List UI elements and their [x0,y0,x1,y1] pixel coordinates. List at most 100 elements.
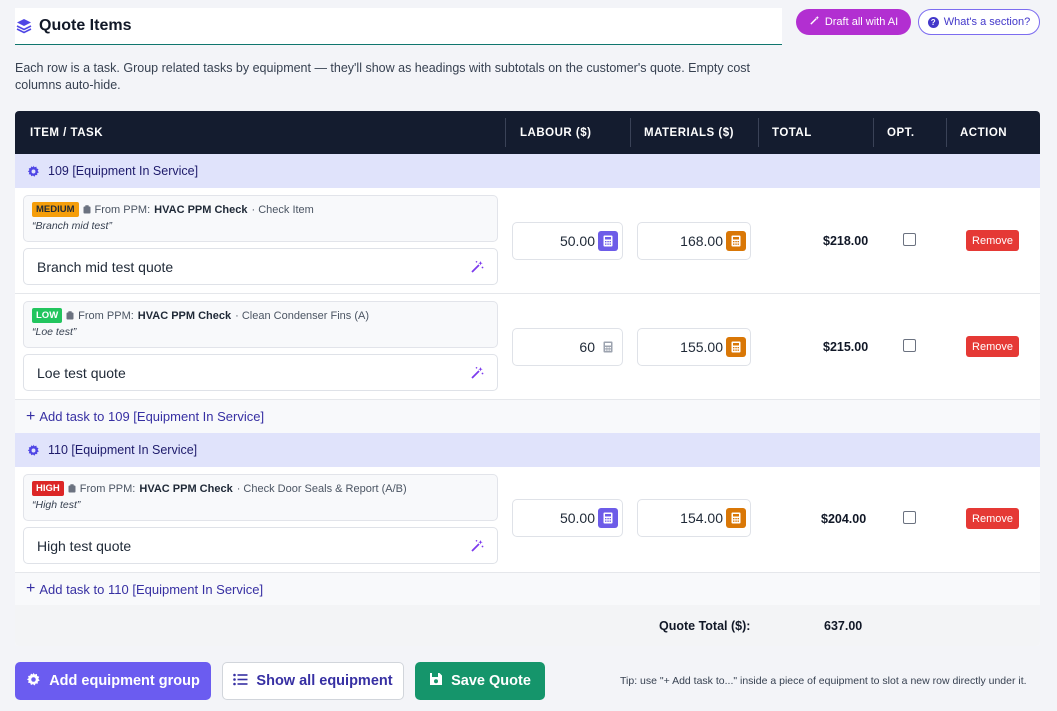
table-header: ITEM / TASK LABOUR ($) MATERIALS ($) TOT… [15,111,1040,154]
from-ppm-label: From PPM: [94,203,151,216]
magic-wand-icon[interactable] [470,539,484,553]
labour-value: 50.00 [559,510,595,526]
ppm-name: HVAC PPM Check [139,482,233,495]
ppm-name: HVAC PPM Check [137,309,232,322]
from-ppm-label: From PPM: [78,309,134,322]
calculator-icon[interactable] [726,508,746,528]
calculator-icon[interactable] [598,508,618,528]
task-description-input[interactable]: High test quote [23,527,498,564]
equipment-group-name: 110 [Equipment In Service] [48,443,198,457]
gear-icon [26,672,41,691]
clipboard-icon [68,484,76,493]
add-task-link[interactable]: + Add task to 109 [Equipment In Service] [15,400,1040,434]
ppm-step: · Check Item [251,203,314,216]
row-total: $218.00 [823,234,869,248]
quote-total-value: 637.00 [824,619,863,633]
clipboard-icon [66,311,74,320]
draft-all-ai-button[interactable]: Draft all with AI [796,9,911,35]
add-equipment-group-label: Add equipment group [49,673,200,689]
remove-button[interactable]: Remove [966,508,1019,529]
task-description-value: High test quote [37,537,132,554]
task-description-value: Branch mid test quote [37,258,174,275]
task-note: “High test” [32,499,81,511]
question-icon: ? [927,16,939,28]
labour-input[interactable]: 50.00 [512,499,623,537]
col-labour: LABOUR ($) [520,126,592,139]
quote-total-label: Quote Total ($): [659,619,751,633]
tip-text: Tip: use "+ Add task to..." inside a pie… [620,675,1027,687]
show-all-equipment-label: Show all equipment [256,673,393,689]
save-quote-button[interactable]: Save Quote [415,662,545,700]
materials-input[interactable]: 155.00 [637,328,751,366]
ppm-name: HVAC PPM Check [154,203,248,216]
add-task-label: Add task to 110 [Equipment In Service] [39,581,264,597]
calculator-icon[interactable] [726,337,746,357]
table-row: LOW From PPM: HVAC PPM Check · Clean Con… [15,294,1040,400]
col-materials: MATERIALS ($) [644,126,734,139]
col-total: TOTAL [772,126,812,139]
materials-value: 155.00 [680,339,723,355]
draft-all-ai-label: Draft all with AI [824,16,899,28]
equipment-group-header: 110 [Equipment In Service] [15,433,1040,467]
equipment-group-name: 109 [Equipment In Service] [48,164,199,178]
remove-button[interactable]: Remove [966,336,1019,357]
labour-input[interactable]: 50.00 [512,222,623,260]
task-description-input[interactable]: Branch mid test quote [23,248,498,285]
ppm-step: · Clean Condenser Fins (A) [235,309,370,322]
col-opt: OPT. [887,126,915,139]
task-note: “Branch mid test” [32,220,112,232]
section-description: Each row is a task. Group related tasks … [15,61,750,92]
clipboard-icon [83,205,91,214]
col-item-task: ITEM / TASK [30,126,104,139]
calculator-icon[interactable] [726,231,746,251]
gear-icon [27,444,40,457]
ppm-step: · Check Door Seals & Report (A/B) [236,482,407,495]
task-source-info: LOW From PPM: HVAC PPM Check · Clean Con… [23,301,498,348]
calculator-icon[interactable] [598,337,618,357]
section-title-bar: Quote Items [15,8,782,45]
add-equipment-group-button[interactable]: Add equipment group [15,662,211,700]
row-total: $204.00 [821,512,867,526]
calculator-icon[interactable] [598,231,618,251]
table-row: HIGH From PPM: HVAC PPM Check · Check Do… [15,467,1040,573]
layers-icon [15,17,33,35]
labour-input[interactable]: 60 [512,328,623,366]
equipment-group-header: 109 [Equipment In Service] [15,154,1040,188]
magic-wand-icon [809,15,820,29]
table-row: MEDIUM From PPM: HVAC PPM Check · Check … [15,188,1040,294]
priority-badge: HIGH [32,481,64,496]
priority-badge: LOW [32,308,63,323]
quote-total-row: Quote Total ($): 637.00 [15,605,1040,646]
from-ppm-label: From PPM: [79,482,136,495]
materials-input[interactable]: 154.00 [637,499,751,537]
task-description-value: Loe test quote [37,364,126,381]
show-all-equipment-button[interactable]: Show all equipment [222,662,404,700]
task-description-input[interactable]: Loe test quote [23,354,498,391]
row-total: $215.00 [823,340,869,354]
optional-checkbox[interactable] [903,233,916,246]
whats-a-section-label: What's a section? [943,16,1031,28]
save-quote-label: Save Quote [451,673,531,689]
floppy-disk-icon [429,672,443,690]
col-action: ACTION [960,126,1008,139]
plus-icon: + [26,580,36,597]
priority-badge: MEDIUM [32,202,79,217]
magic-wand-icon[interactable] [470,260,484,274]
task-source-info: MEDIUM From PPM: HVAC PPM Check · Check … [23,195,498,242]
add-task-link[interactable]: + Add task to 110 [Equipment In Service] [15,573,1040,606]
optional-checkbox[interactable] [903,339,916,352]
gear-icon [27,165,40,178]
quote-items-table: ITEM / TASK LABOUR ($) MATERIALS ($) TOT… [15,111,1040,646]
remove-button[interactable]: Remove [966,230,1019,251]
list-icon [233,673,248,690]
labour-value: 50.00 [559,233,595,249]
whats-a-section-button[interactable]: ? What's a section? [918,9,1040,35]
add-task-label: Add task to 109 [Equipment In Service] [39,409,265,424]
task-source-info: HIGH From PPM: HVAC PPM Check · Check Do… [23,474,498,521]
page-title: Quote Items [39,17,132,34]
labour-value: 60 [579,339,595,355]
optional-checkbox[interactable] [903,511,916,524]
materials-input[interactable]: 168.00 [637,222,751,260]
magic-wand-icon[interactable] [470,366,484,380]
materials-value: 168.00 [680,233,723,249]
